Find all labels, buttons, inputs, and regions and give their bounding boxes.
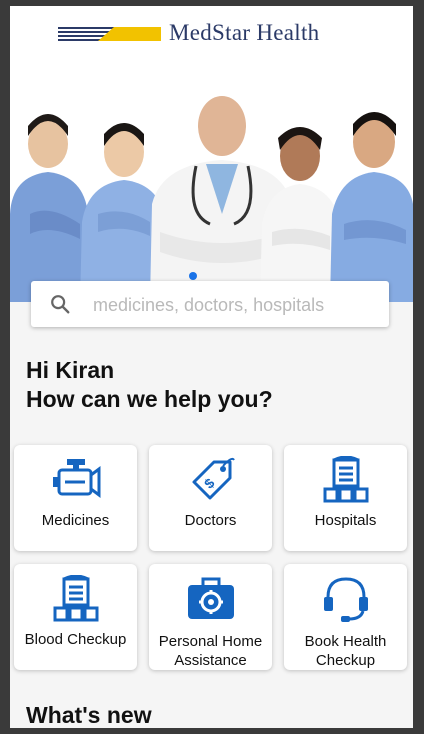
engine-icon <box>53 459 101 498</box>
search-icon <box>51 295 70 314</box>
search-input[interactable] <box>91 281 385 329</box>
greeting-question: How can we help you? <box>26 386 273 412</box>
service-card-blood-checkup[interactable]: Blood Checkup <box>14 564 137 670</box>
service-card-doctors[interactable]: $ Doctors <box>149 445 272 551</box>
service-card-book-health-checkup[interactable]: Book Health Checkup <box>284 564 407 670</box>
service-label: Hospitals <box>314 512 377 529</box>
service-label: Blood Checkup <box>24 631 127 648</box>
service-label: Personal Home Assistance <box>149 632 272 670</box>
headset-icon <box>324 577 368 622</box>
service-label-line1: Book Health <box>304 633 387 650</box>
medstar-logo-mark <box>58 27 161 41</box>
service-label: Medicines <box>41 512 110 529</box>
hospital-building-icon <box>53 575 99 622</box>
service-label-line1: Personal Home <box>158 633 263 650</box>
brand-name: MedStar Health <box>169 20 320 45</box>
hospital-building-icon <box>323 456 369 503</box>
hero-carousel[interactable] <box>10 64 413 302</box>
service-label: Book Health Checkup <box>284 632 407 670</box>
service-label-line2: Checkup <box>315 652 376 669</box>
medical-kit-icon <box>188 577 234 619</box>
carousel-indicator-dot[interactable] <box>189 272 197 280</box>
greeting: Hi Kiran How can we help you? <box>26 356 273 414</box>
search-bar[interactable] <box>31 281 389 329</box>
service-label-line2: Assistance <box>174 652 247 669</box>
service-card-medicines[interactable]: Medicines <box>14 445 137 551</box>
section-title-whats-new: What's new <box>26 702 152 728</box>
app-header: MedStar Health <box>10 6 413 64</box>
app-screen: MedStar Health medicines, doctors, hospi… <box>10 6 413 728</box>
service-card-personal-home-assistance[interactable]: Personal Home Assistance <box>149 564 272 670</box>
price-tag-icon: $ <box>192 457 235 500</box>
service-card-hospitals[interactable]: Hospitals <box>284 445 407 551</box>
greeting-name: Hi Kiran <box>26 357 115 383</box>
service-label: Doctors <box>184 512 237 529</box>
hero-image <box>10 64 413 302</box>
